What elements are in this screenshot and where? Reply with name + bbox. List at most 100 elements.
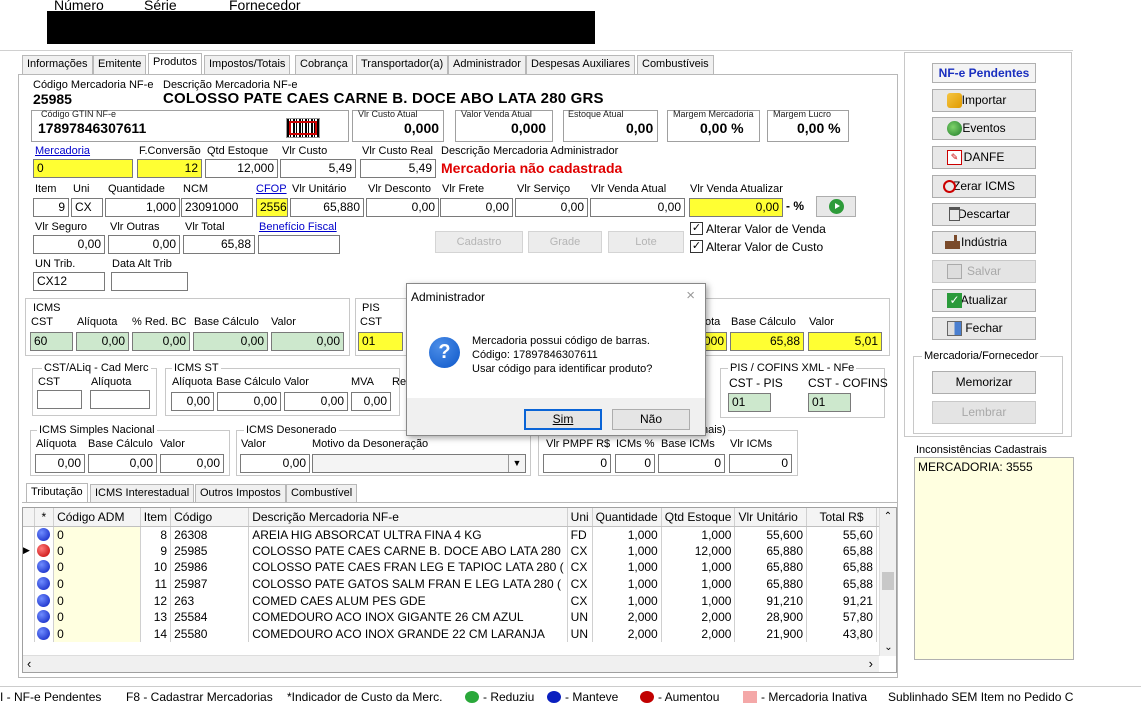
beneficio-fiscal-input[interactable] xyxy=(258,235,340,254)
beneficio-fiscal-link[interactable]: Benefício Fiscal xyxy=(259,221,337,233)
cst-cofins-input[interactable]: 01 xyxy=(808,393,851,412)
simples-bc-input[interactable]: 0,00 xyxy=(88,454,157,473)
industria-button[interactable]: Indústria xyxy=(932,231,1036,254)
lote-button[interactable]: Lote xyxy=(608,231,684,253)
vlr-unit-input[interactable]: 65,880 xyxy=(290,198,364,217)
table-row[interactable]: 0 14 25580 COMEDOURO ACO INOX GRANDE 22 CM … xyxy=(23,625,896,643)
importar-button[interactable]: Importar xyxy=(932,89,1036,112)
icms-valor-input[interactable]: 0,00 xyxy=(271,332,344,351)
simples-valor-input[interactable]: 0,00 xyxy=(160,454,224,473)
go-button[interactable] xyxy=(816,196,856,217)
col-uni[interactable]: Uni xyxy=(567,508,593,527)
nao-button[interactable]: Não xyxy=(612,409,690,430)
cfop-link[interactable]: CFOP xyxy=(256,183,287,195)
vlr-desc-input[interactable]: 0,00 xyxy=(366,198,439,217)
icms-st-mva-input[interactable]: 0,00 xyxy=(351,392,391,411)
col-item[interactable]: Item xyxy=(140,508,172,527)
tab-cobranca[interactable]: Cobrança xyxy=(295,55,353,74)
icms-red-input[interactable]: 0,00 xyxy=(132,332,190,351)
scroll-up-icon[interactable]: ⌃ xyxy=(880,508,896,525)
icms-st-bc-input[interactable]: 0,00 xyxy=(217,392,281,411)
vlr-custo-real-input[interactable]: 5,49 xyxy=(360,159,436,178)
table-row[interactable]: 0 10 25986 COLOSSO PATE CAES FRAN LEG E TAP… xyxy=(23,559,896,576)
tab-tributacao[interactable]: Tributação xyxy=(26,483,88,503)
vlr-venda-atual2-input[interactable]: 0,00 xyxy=(590,198,685,217)
icms-pct-input[interactable]: 0 xyxy=(615,454,655,473)
fconv-input[interactable]: 12 xyxy=(137,159,202,178)
uni-input[interactable]: CX xyxy=(71,198,103,217)
vlr-seguro-input[interactable]: 0,00 xyxy=(33,235,105,254)
table-row[interactable]: 0 8 26308 AREIA HIG ABSORCAT ULTRA FINA 4 K… xyxy=(23,526,896,543)
data-alt-input[interactable] xyxy=(111,272,188,291)
cadastro-button[interactable]: Cadastro xyxy=(435,231,523,253)
vlr-servico-input[interactable]: 0,00 xyxy=(515,198,588,217)
tab-administrador[interactable]: Administrador xyxy=(448,55,526,74)
cst-aliq-aliq-input[interactable] xyxy=(90,390,150,409)
tab-combustivel[interactable]: Combustível xyxy=(286,484,358,502)
col-total[interactable]: Total R$ xyxy=(806,508,877,527)
col-descricao[interactable]: Descrição Mercadoria NF-e xyxy=(248,508,568,527)
simples-aliq-input[interactable]: 0,00 xyxy=(35,454,85,473)
tab-combustiveis[interactable]: Combustíveis xyxy=(637,55,714,74)
vlr-venda-atualizar-input[interactable]: 0,00 xyxy=(689,198,783,217)
tab-emitente[interactable]: Emitente xyxy=(93,55,147,74)
pmpf-bc-input[interactable]: 0 xyxy=(658,454,725,473)
inconsistencias-box[interactable]: MERCADORIA: 3555 xyxy=(914,457,1074,660)
close-icon[interactable]: × xyxy=(686,287,695,304)
vertical-scrollbar[interactable]: ⌃ ⌄ xyxy=(879,508,896,656)
desonerado-valor-input[interactable]: 0,00 xyxy=(240,454,310,473)
zerar-icms-button[interactable]: Zerar ICMS xyxy=(932,175,1036,198)
table-row[interactable]: 0 11 25987 COLOSSO PATE GATOS SALM FRAN E L… xyxy=(23,575,896,593)
descartar-button[interactable]: Descartar xyxy=(932,203,1036,226)
desonerado-motivo-select[interactable]: ▼ xyxy=(312,454,526,473)
memorizar-button[interactable]: Memorizar xyxy=(932,371,1036,394)
cst-aliq-cst-input[interactable] xyxy=(37,390,82,409)
icms-st-aliq-input[interactable]: 0,00 xyxy=(171,392,214,411)
tab-produtos[interactable]: Produtos xyxy=(148,53,203,74)
ncm-input[interactable]: 23091000 xyxy=(181,198,253,217)
table-row[interactable]: 0 13 25584 COMEDOURO ACO INOX GIGANTE 26 CM… xyxy=(23,608,896,626)
tab-outros-impostos[interactable]: Outros Impostos xyxy=(195,484,286,502)
quantidade-input[interactable]: 1,000 xyxy=(105,198,180,217)
danfe-button[interactable]: ✎ DANFE xyxy=(932,146,1036,169)
table-row[interactable]: ▶ 0 9 25985 COLOSSO PATE CAES CARNE B. DOCE … xyxy=(23,542,896,560)
tab-informacoes[interactable]: Informações xyxy=(22,55,93,74)
vlr-total-input[interactable]: 65,88 xyxy=(183,235,255,254)
col-status[interactable]: * xyxy=(34,508,55,527)
icms-aliq-input[interactable]: 0,00 xyxy=(76,332,129,351)
scroll-left-icon[interactable]: ‹ xyxy=(27,656,31,672)
grade-button[interactable]: Grade xyxy=(528,231,602,253)
un-trib-input[interactable]: CX12 xyxy=(33,272,105,291)
vlr-outras-input[interactable]: 0,00 xyxy=(108,235,180,254)
eventos-button[interactable]: Eventos xyxy=(932,117,1036,140)
vlr-frete-input[interactable]: 0,00 xyxy=(440,198,513,217)
scroll-down-icon[interactable]: ⌄ xyxy=(880,639,896,656)
icms-st-valor-input[interactable]: 0,00 xyxy=(284,392,348,411)
mercadoria-link[interactable]: Mercadoria xyxy=(35,145,90,157)
salvar-button[interactable]: Salvar xyxy=(932,260,1036,283)
tab-icms-interestadual[interactable]: ICMS Interestadual xyxy=(90,484,195,502)
cfop-input[interactable]: 2556 xyxy=(256,198,288,217)
col-codigo-adm[interactable]: Código ADM xyxy=(53,508,141,527)
atualizar-button[interactable]: ✓ Atualizar xyxy=(932,289,1036,312)
pis-bc-input[interactable]: 65,88 xyxy=(730,332,804,351)
pis-cst-input[interactable]: 01 xyxy=(358,332,403,351)
tab-transportador[interactable]: Transportador(a) xyxy=(356,55,449,74)
horizontal-scrollbar[interactable]: ‹ › xyxy=(23,655,879,672)
pmpf-input[interactable]: 0 xyxy=(543,454,611,473)
cst-pis-input[interactable]: 01 xyxy=(728,393,771,412)
scroll-right-icon[interactable]: › xyxy=(869,656,873,672)
item-input[interactable]: 9 xyxy=(33,198,69,217)
alterar-venda-checkbox[interactable]: ✓ xyxy=(690,222,703,235)
lembrar-button[interactable]: Lembrar xyxy=(932,401,1036,424)
alterar-custo-checkbox[interactable]: ✓ xyxy=(690,240,703,253)
pis-valor-input[interactable]: 5,01 xyxy=(808,332,882,351)
sim-button[interactable]: Sim xyxy=(524,409,602,430)
icms-cst-input[interactable]: 60 xyxy=(30,332,73,351)
vlr-custo-input[interactable]: 5,49 xyxy=(280,159,356,178)
col-quantidade[interactable]: Quantidade xyxy=(592,508,662,527)
vlr-icms-input[interactable]: 0 xyxy=(729,454,792,473)
tab-despesas-auxiliares[interactable]: Despesas Auxiliares xyxy=(526,55,636,74)
qtd-estoque-input[interactable]: 12,000 xyxy=(205,159,278,178)
table-row[interactable]: 0 12 263 COMED CAES ALUM PES GDE CX 1,000 1,00… xyxy=(23,592,896,609)
